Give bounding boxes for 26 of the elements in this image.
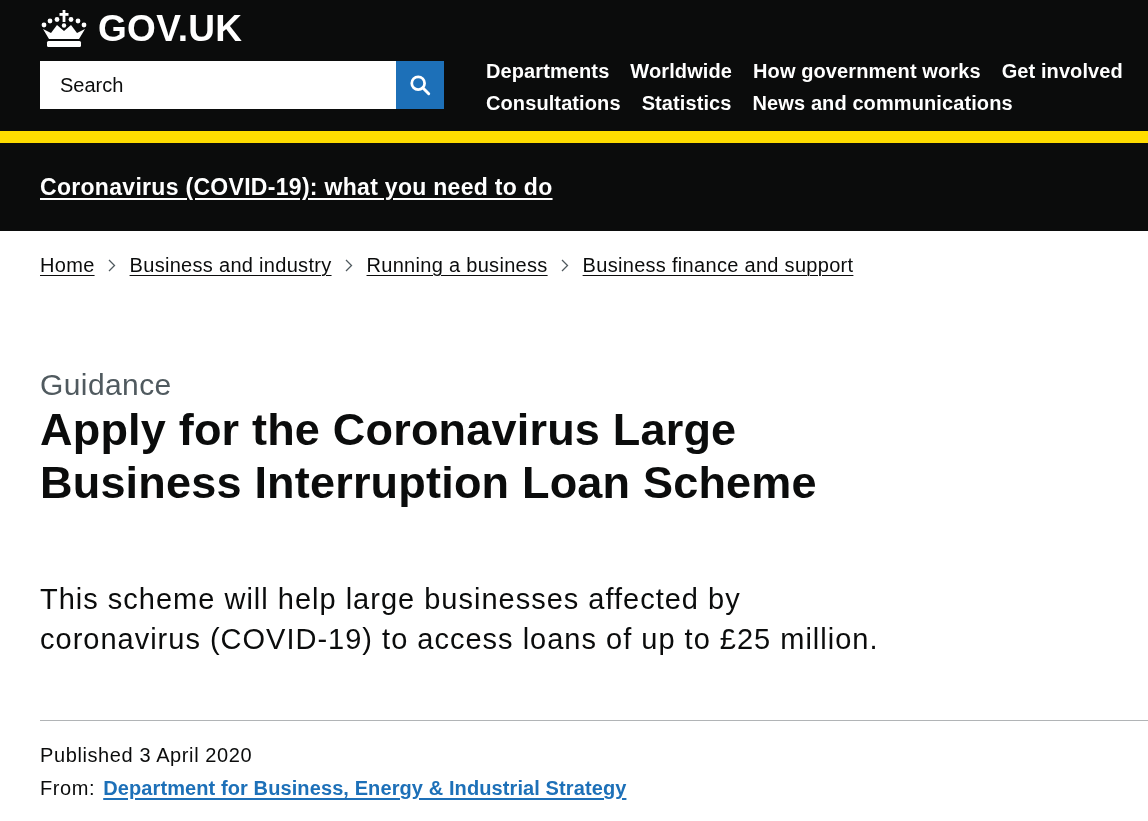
search-field[interactable]: Search [40, 61, 396, 109]
chevron-icon [344, 258, 353, 272]
breadcrumb-link[interactable]: Home [40, 251, 95, 279]
summary-text: This scheme will help large businesses affected by coronavirus (COVID-19) to access loans of up to £25 million. [40, 582, 880, 657]
search-icon [409, 74, 431, 96]
nav-link[interactable]: News and communications [752, 87, 1013, 119]
search-button[interactable] [396, 61, 444, 109]
nav-link[interactable]: Statistics [641, 87, 732, 119]
organisation-link[interactable]: Department for Business, Energy & Industrial Strategy [103, 774, 627, 802]
published-date: Published 3 April 2020 [40, 743, 254, 768]
nav-link[interactable]: Worldwide [630, 55, 732, 87]
breadcrumb-link[interactable]: Business and industry [129, 251, 332, 279]
document-type: Guidance [40, 369, 173, 401]
crown-icon [40, 10, 88, 48]
chevron-icon [107, 258, 116, 272]
nav-link[interactable]: Get involved [1001, 55, 1123, 87]
banner-link[interactable]: Coronavirus (COVID-19): what you need to do [40, 174, 553, 200]
breadcrumb-link[interactable]: Business finance and support [582, 251, 854, 279]
nav-link[interactable]: Departments [486, 55, 610, 87]
nav-link[interactable]: Consultations [486, 87, 621, 119]
breadcrumb-link[interactable]: Running a business [366, 251, 548, 279]
nav-link[interactable]: How government works [753, 55, 981, 87]
logo-link[interactable]: GOV.UK [40, 10, 243, 48]
page-title: Apply for the Coronavirus Large Business Interruption Loan Scheme [40, 403, 818, 509]
chevron-icon [560, 258, 569, 272]
from-label: From: [40, 776, 96, 801]
